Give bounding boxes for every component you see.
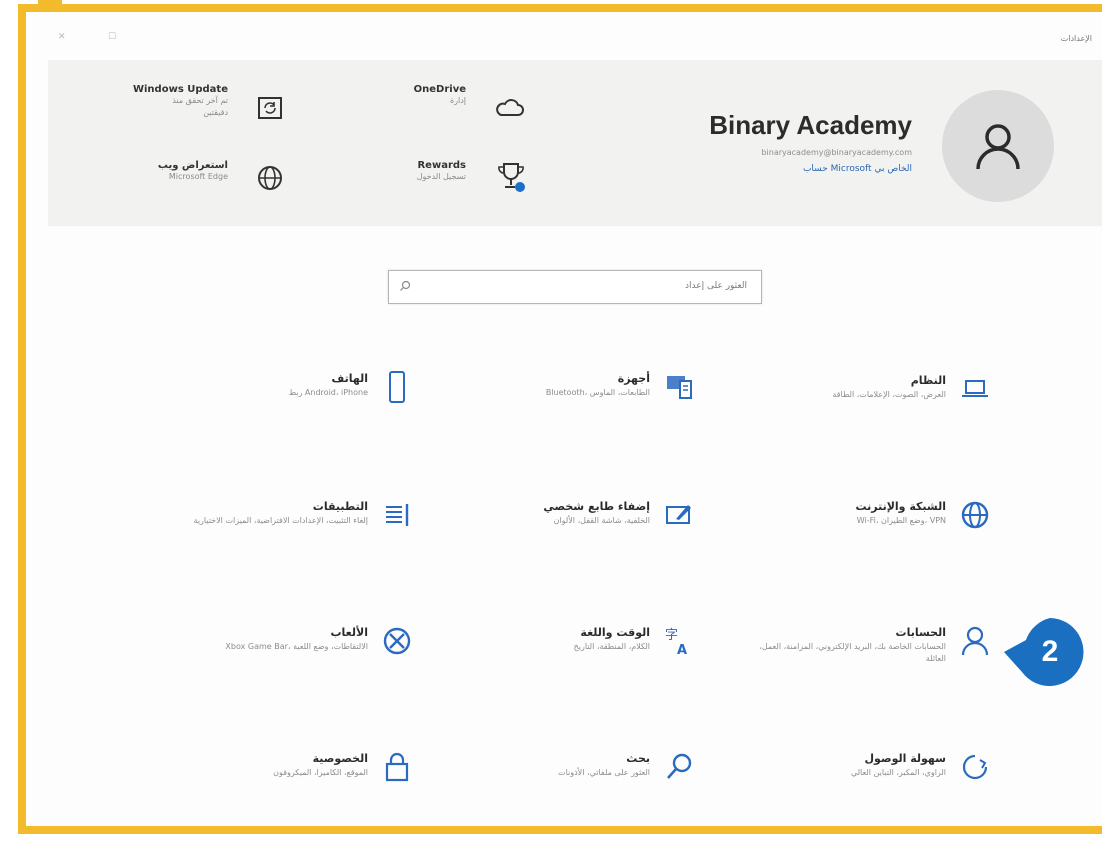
- search-placeholder: العثور على إعداد: [685, 281, 747, 291]
- tile-desc: الموقع، الكاميرا، الميكروفون: [273, 768, 368, 777]
- paint-brush-icon: [662, 498, 696, 532]
- tile-title: الوقت واللغة: [580, 626, 650, 639]
- lock-icon: [380, 750, 414, 784]
- windows-update-sub2: دقيقتين: [203, 108, 228, 117]
- tile-desc: الخلفية، شاشة القفل، الألوان: [553, 516, 650, 525]
- svg-text:A: A: [677, 643, 687, 657]
- tile-desc: العرض، الصوت، الإعلامات، الطاقة: [832, 390, 946, 399]
- tile-time-language[interactable]: 字A الوقت واللغة الكلام، المنطقة، التاريخ: [436, 624, 696, 714]
- callout-number: 2: [1041, 635, 1059, 668]
- tile-search[interactable]: بحث العثور على ملفاتي، الأذونات: [436, 750, 696, 840]
- tile-system[interactable]: النظام العرض، الصوت، الإعلامات، الطاقة: [732, 372, 992, 462]
- step-callout: 2: [1002, 606, 1094, 698]
- account-name: Binary Academy: [709, 110, 912, 140]
- tile-accounts[interactable]: الحسابات الحسابات الخاصة بك، البريد الإلك…: [732, 624, 992, 714]
- tile-apps[interactable]: التطبيقات إلغاء التثبيت، الإعدادات الافتر…: [154, 498, 414, 588]
- tile-title: سهولة الوصول: [864, 752, 946, 765]
- windows-update-icon: [258, 97, 282, 119]
- tile-devices[interactable]: أجهزة Bluetooth، الطابعات، الماوس: [436, 370, 696, 460]
- window-title: الإعدادات: [1060, 34, 1092, 43]
- close-icon[interactable]: ✕: [58, 32, 66, 42]
- person-icon: [958, 624, 992, 658]
- onedrive-sub: إدارة: [449, 96, 466, 105]
- maximize-icon[interactable]: ☐: [108, 32, 116, 42]
- web-browsing-sub: Microsoft Edge: [168, 172, 228, 181]
- tile-title: الألعاب: [330, 626, 369, 639]
- xbox-icon: [380, 624, 414, 658]
- tile-desc: Wi-Fi، وضع الطيران، VPN: [856, 516, 946, 525]
- user-icon: [976, 124, 1020, 170]
- language-icon: 字A: [662, 624, 696, 658]
- rewards-item[interactable]: Rewards تسجيل الدخول: [348, 160, 466, 183]
- tile-desc: ربط Android، iPhone: [288, 388, 368, 397]
- rewards-title: Rewards: [417, 160, 466, 171]
- tile-title: أجهزة: [617, 372, 650, 385]
- tile-phone[interactable]: الهاتف ربط Android، iPhone: [154, 370, 414, 460]
- web-browsing-item[interactable]: استعراض ويب Microsoft Edge: [98, 160, 228, 183]
- avatar: [942, 90, 1054, 202]
- rewards-sub: تسجيل الدخول: [416, 172, 466, 181]
- account-email: binaryacademy@binaryacademy.com: [761, 148, 912, 157]
- onedrive-title: OneDrive: [413, 84, 466, 95]
- tile-desc: العثور على ملفاتي، الأذونات: [558, 768, 650, 777]
- trophy-icon: [498, 163, 525, 192]
- magnifier-icon: [662, 750, 696, 784]
- web-browsing-title: استعراض ويب: [157, 160, 228, 171]
- tile-desc: الكلام، المنطقة، التاريخ: [573, 642, 650, 651]
- tile-title: بحث: [626, 752, 650, 765]
- tile-personalization[interactable]: إضفاء طابع شخصي الخلفية، شاشة القفل، الأل…: [436, 498, 696, 588]
- search-icon: [400, 280, 411, 291]
- tile-title: إضفاء طابع شخصي: [543, 500, 650, 513]
- tile-gaming[interactable]: الألعاب Xbox Game Bar، الالتقاطات، وضع ال…: [154, 624, 414, 714]
- phone-icon: [380, 370, 414, 404]
- tile-title: الحسابات: [895, 626, 946, 639]
- globe-icon: [258, 166, 282, 190]
- globe-icon: [958, 498, 992, 532]
- settings-window: ✕ ☐ الإعدادات Windows Update تم آخر تحقق…: [18, 4, 1102, 834]
- title-bar: ✕ ☐ الإعدادات: [38, 18, 1102, 48]
- devices-icon: [662, 370, 696, 404]
- tile-desc: إلغاء التثبيت، الإعدادات الافتراضية، الم…: [193, 516, 368, 525]
- tile-privacy[interactable]: الخصوصية الموقع، الكاميرا، الميكروفون: [154, 750, 414, 840]
- tile-desc: Xbox Game Bar، الالتقاطات، وضع اللعبة: [225, 642, 368, 651]
- tile-desc: الحسابات الخاصة بك، البريد الإلكتروني، ا…: [759, 642, 946, 663]
- tile-title: الخصوصية: [312, 752, 368, 765]
- tile-desc: Bluetooth، الطابعات، الماوس: [545, 388, 650, 397]
- tile-ease-of-access[interactable]: سهولة الوصول الراوي، المكبر، التباين العا…: [732, 750, 992, 840]
- onedrive-item[interactable]: OneDrive إدارة: [348, 84, 466, 107]
- account-header: Windows Update تم آخر تحقق منذ دقيقتين ا…: [48, 60, 1102, 226]
- apps-list-icon: [380, 498, 414, 532]
- microsoft-account-link[interactable]: حساب Microsoft الخاص بي: [803, 164, 912, 174]
- cloud-icon: [496, 99, 524, 116]
- tile-title: التطبيقات: [312, 500, 368, 513]
- tile-title: الهاتف: [331, 372, 368, 385]
- tile-title: النظام: [910, 374, 946, 387]
- windows-update-item[interactable]: Windows Update تم آخر تحقق منذ دقيقتين: [98, 84, 228, 119]
- svg-text:字: 字: [665, 628, 678, 643]
- tile-network[interactable]: الشبكة والإنترنت Wi-Fi، وضع الطيران، VPN: [732, 498, 992, 588]
- ease-of-access-icon: [958, 750, 992, 784]
- windows-update-title: Windows Update: [132, 84, 228, 95]
- tile-desc: الراوي، المكبر، التباين العالي: [850, 768, 946, 777]
- search-input[interactable]: العثور على إعداد: [388, 270, 762, 304]
- tile-title: الشبكة والإنترنت: [855, 500, 946, 513]
- windows-update-sub: تم آخر تحقق منذ: [172, 96, 228, 105]
- laptop-icon: [958, 372, 992, 406]
